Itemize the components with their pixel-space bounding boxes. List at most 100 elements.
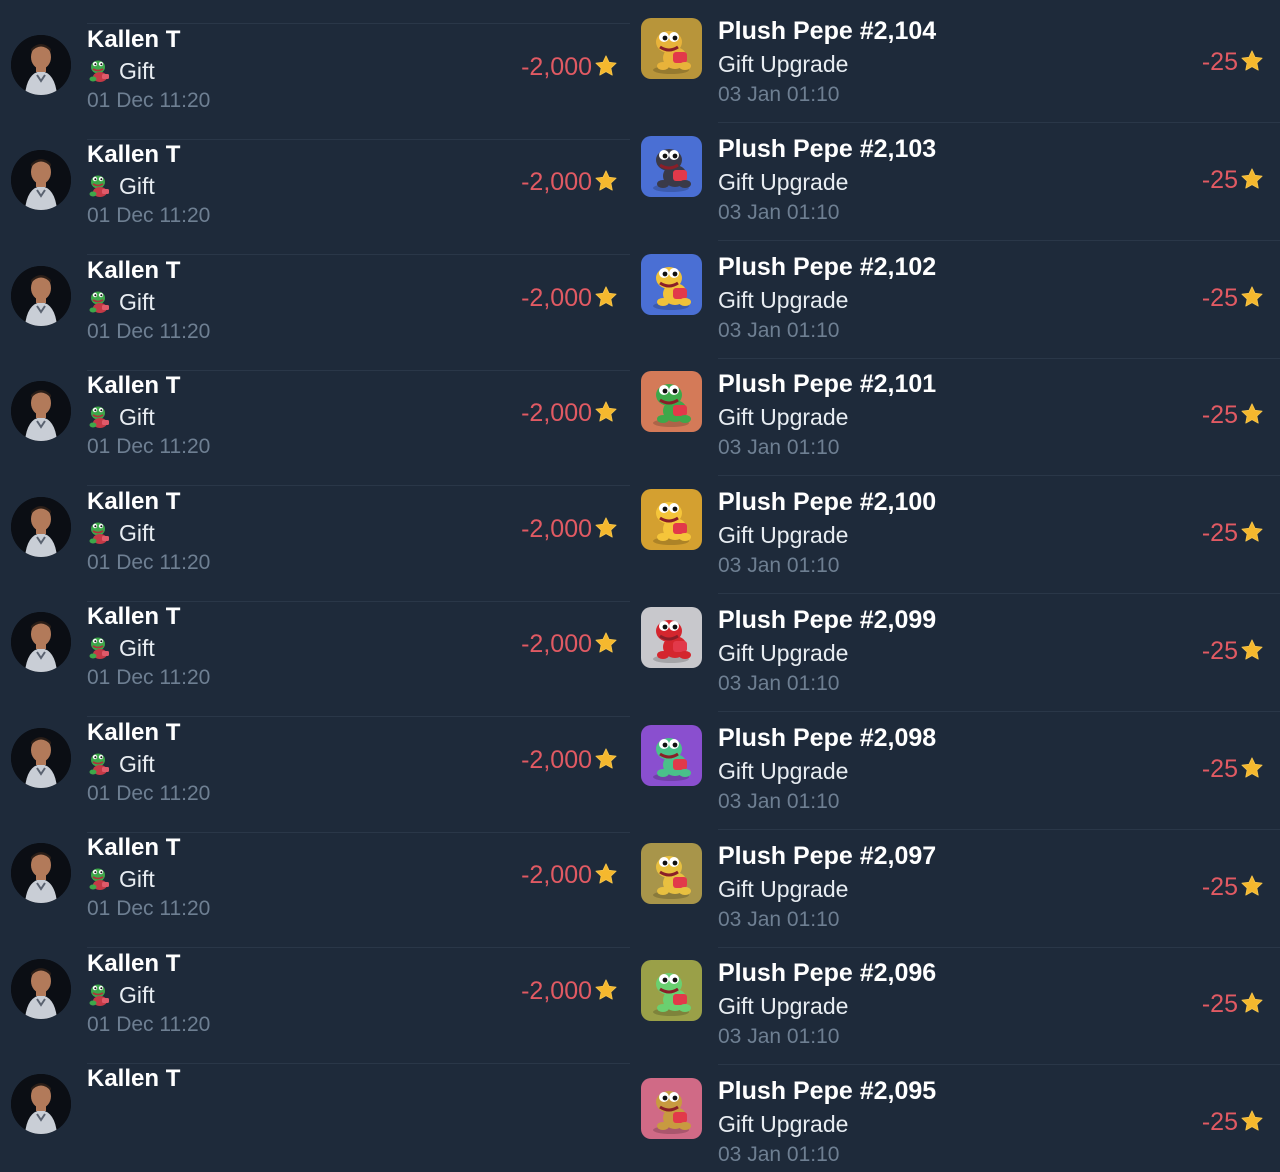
amount-value: -25 bbox=[1201, 1108, 1238, 1137]
transaction-row[interactable]: Plush Pepe #2,096 Gift Upgrade 03 Jan 01:1… bbox=[630, 947, 1280, 1066]
gift-title: Plush Pepe #2,099 bbox=[718, 606, 937, 634]
transaction-amount: -25 bbox=[1202, 873, 1264, 905]
star-icon bbox=[594, 169, 618, 200]
transaction-date: 03 Jan 01:10 bbox=[718, 789, 840, 813]
transaction-row[interactable]: Kallen TGift01 Dec 11:20-2,000 bbox=[0, 25, 630, 141]
star-icon bbox=[1240, 1109, 1264, 1140]
transaction-type: Gift bbox=[87, 403, 155, 435]
star-icon bbox=[594, 516, 618, 547]
plush-pepe-thumbnail bbox=[641, 489, 702, 551]
transaction-date: 03 Jan 01:10 bbox=[718, 1025, 840, 1049]
gift-title: Plush Pepe #2,103 bbox=[718, 134, 937, 163]
transaction-type: Gift Upgrade bbox=[718, 522, 849, 549]
star-icon bbox=[594, 54, 618, 85]
star-icon bbox=[594, 631, 618, 662]
transaction-amount: -25 bbox=[1202, 1108, 1264, 1140]
transaction-date: 03 Jan 01:10 bbox=[718, 907, 840, 931]
amount-value: -2,000 bbox=[521, 745, 592, 774]
user-avatar bbox=[11, 612, 71, 672]
transaction-date: 03 Jan 01:10 bbox=[718, 318, 840, 342]
transaction-amount: -2,000 bbox=[521, 861, 618, 893]
transaction-type: Gift Upgrade bbox=[718, 286, 849, 313]
transaction-row[interactable]: Kallen T Gift01 Dec 11:20 -2,000 bbox=[0, 256, 630, 372]
sender-name: Kallen T bbox=[87, 949, 181, 977]
transaction-row[interactable]: Kallen TGift01 Dec 11:20-2,000 bbox=[0, 0, 630, 25]
transaction-amount: -2,000 bbox=[521, 168, 618, 200]
amount-value: -25 bbox=[1201, 48, 1238, 76]
transaction-type: Gift Upgrade bbox=[718, 993, 849, 1020]
transaction-type-label: Gift bbox=[119, 173, 155, 199]
user-avatar bbox=[11, 265, 71, 326]
transaction-type: Gift bbox=[87, 981, 155, 1013]
gift-title: Plush Pepe #2,102 bbox=[718, 252, 937, 281]
transaction-row[interactable]: Plush Pepe #2,095 Gift Upgrade 03 Jan 01:1… bbox=[630, 1065, 1280, 1172]
transaction-amount: -2,000 bbox=[521, 977, 618, 1009]
transaction-row[interactable]: Plush Pepe #2,097 Gift Upgrade 03 Jan 01:1… bbox=[630, 830, 1280, 948]
sender-name: Kallen T bbox=[87, 141, 181, 168]
transaction-row[interactable]: Kallen TGift01 Dec 11:20-2,000 bbox=[0, 487, 630, 603]
sender-name: Kallen T bbox=[87, 372, 181, 399]
transaction-type-label: Gift bbox=[119, 519, 155, 546]
amount-value: -2,000 bbox=[521, 168, 592, 196]
gift-title: Plush Pepe #2,096 bbox=[718, 959, 937, 988]
amount-value: -2,000 bbox=[521, 976, 592, 1005]
transaction-row[interactable]: Kallen TGift01 Dec 11:20-2,000 bbox=[0, 949, 630, 1065]
pepe-gift-icon bbox=[87, 750, 113, 782]
transaction-type: Gift bbox=[87, 865, 155, 897]
transaction-row[interactable]: Plush Pepe #2,101 Gift Upgrade 03 Jan 01:1… bbox=[630, 358, 1280, 477]
transaction-date: 03 Jan 01:10 bbox=[718, 200, 840, 224]
plush-pepe-thumbnail bbox=[641, 18, 702, 79]
amount-value: -25 bbox=[1201, 754, 1238, 783]
transaction-row[interactable]: Plush Pepe #2,102 Gift Upgrade 03 Jan 01:1… bbox=[630, 241, 1280, 359]
star-icon bbox=[594, 862, 618, 893]
transaction-row[interactable]: Plush Pepe #2,098 Gift Upgrade 03 Jan 01:1… bbox=[630, 712, 1280, 830]
transaction-amount: -2,000 bbox=[521, 284, 618, 316]
transaction-row[interactable]: Plush Pepe #2,103 Gift Upgrade 03 Jan 01:1… bbox=[630, 123, 1280, 241]
transaction-row[interactable]: Kallen TGift01 Dec 11:20-2,000 bbox=[0, 718, 630, 834]
amount-value: -2,000 bbox=[521, 630, 592, 658]
pepe-gift-icon bbox=[87, 403, 113, 435]
transaction-amount: -2,000 bbox=[521, 53, 618, 85]
transaction-row[interactable]: Kallen TGift01 Dec 11:20-2,000 bbox=[0, 602, 630, 718]
plush-pepe-thumbnail bbox=[641, 371, 702, 433]
transaction-amount: -2,000 bbox=[521, 746, 618, 778]
sender-name: Kallen T bbox=[87, 834, 181, 861]
star-icon bbox=[1240, 167, 1264, 198]
gift-title: Plush Pepe #2,098 bbox=[718, 723, 937, 752]
star-icon bbox=[594, 747, 618, 778]
transaction-type-label: Gift bbox=[119, 981, 155, 1008]
sender-name: Kallen T bbox=[87, 256, 181, 284]
star-icon bbox=[1240, 49, 1264, 80]
star-icon bbox=[1240, 402, 1264, 433]
star-icon bbox=[594, 978, 618, 1009]
amount-value: -2,000 bbox=[521, 283, 592, 312]
transaction-type: Gift Upgrade bbox=[718, 640, 849, 666]
amount-value: -25 bbox=[1201, 165, 1238, 194]
transaction-type: Gift bbox=[87, 634, 155, 666]
transaction-date: 01 Dec 11:20 bbox=[87, 319, 211, 343]
transaction-row[interactable]: Kallen T bbox=[0, 1064, 630, 1172]
transaction-row[interactable]: Kallen T Gift01 Dec 11:20 -2,000 bbox=[0, 833, 630, 949]
transaction-date: 03 Jan 01:10 bbox=[718, 1143, 840, 1167]
plush-pepe-thumbnail bbox=[641, 842, 702, 904]
amount-value: -25 bbox=[1201, 872, 1238, 901]
star-icon bbox=[1240, 756, 1264, 787]
transaction-type: Gift bbox=[87, 288, 155, 320]
user-avatar bbox=[11, 843, 71, 903]
transaction-type: Gift Upgrade bbox=[718, 51, 849, 77]
transaction-date: 01 Dec 11:20 bbox=[87, 897, 211, 920]
transaction-amount: -2,000 bbox=[521, 630, 618, 662]
transaction-row[interactable]: Plush Pepe #2,099 Gift Upgrade 03 Jan 01:1… bbox=[630, 594, 1280, 712]
transaction-type: Gift bbox=[87, 519, 155, 551]
transaction-amount: -2,000 bbox=[521, 399, 618, 431]
transaction-row[interactable]: Kallen TGift01 Dec 11:20-2,000 bbox=[0, 371, 630, 487]
transaction-date: 01 Dec 11:20 bbox=[87, 204, 211, 227]
amount-value: -25 bbox=[1201, 990, 1238, 1019]
transaction-row[interactable]: Kallen T Gift 01 Dec 11:20 -2,000 bbox=[0, 140, 630, 256]
transaction-amount: -25 bbox=[1202, 755, 1264, 787]
transaction-row[interactable]: Plush Pepe #2,104 Gift Upgrade 03 Jan 01:1… bbox=[630, 5, 1280, 123]
transaction-row[interactable]: Plush Pepe #2,100 Gift Upgrade 03 Jan 01:1… bbox=[630, 476, 1280, 595]
amount-value: -25 bbox=[1201, 637, 1238, 665]
transaction-amount: -25 bbox=[1202, 990, 1264, 1022]
transaction-type-label: Gift bbox=[119, 404, 155, 430]
